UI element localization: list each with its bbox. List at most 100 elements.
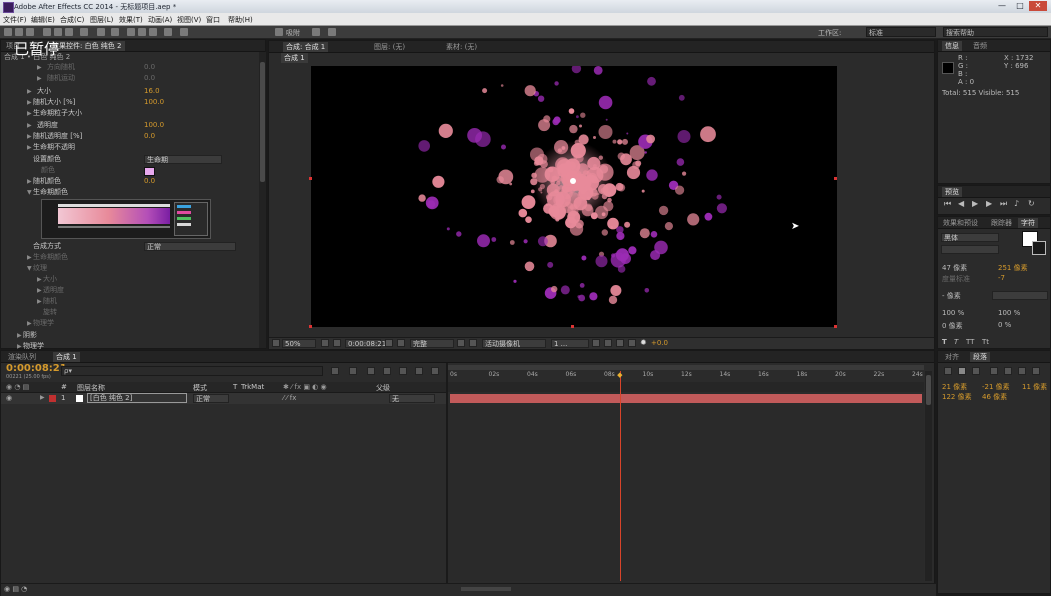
menu-help[interactable]: 帮助(H) xyxy=(228,15,253,25)
life-color-gradient-editor[interactable] xyxy=(41,199,211,239)
pen-tool-icon[interactable] xyxy=(97,28,105,36)
small-caps-icon[interactable]: Tt xyxy=(982,338,989,346)
property-row[interactable]: ▼ 纹理 xyxy=(1,263,251,274)
leading-field[interactable]: 251 像素 xyxy=(998,263,1028,273)
indent-right-field[interactable]: -21 像素 xyxy=(982,382,1010,392)
loop-icon[interactable]: ↻ xyxy=(1028,199,1035,208)
property-row[interactable]: ▶ 大小 16.0 xyxy=(1,86,251,97)
menu-window[interactable]: 窗口 xyxy=(206,15,220,25)
clone-tool-icon[interactable] xyxy=(138,28,146,36)
tab-character[interactable]: 字符 xyxy=(1018,218,1038,228)
space-before-field[interactable]: 122 像素 xyxy=(942,392,972,402)
property-row[interactable]: ▼ 生命期颜色 xyxy=(1,187,251,198)
layer-search-input[interactable]: ρ▾ xyxy=(61,366,323,376)
set-color-dropdown[interactable]: 生命期 xyxy=(144,155,222,164)
toggle-pixel-icon[interactable] xyxy=(592,339,600,347)
zoom-dropdown[interactable]: 50% xyxy=(282,339,316,348)
menu-edit[interactable]: 编辑(E) xyxy=(31,15,55,25)
puppet-tool-icon[interactable] xyxy=(180,28,188,36)
menu-effect[interactable]: 效果(T) xyxy=(119,15,143,25)
frame-blending-icon[interactable] xyxy=(383,367,391,375)
justify-left-icon[interactable] xyxy=(990,367,998,375)
timeline-timecode[interactable]: 0:00:08:21 xyxy=(6,363,67,374)
exposure-value[interactable]: +0.0 xyxy=(651,339,668,347)
property-row[interactable]: ▶ 生命期颜色 xyxy=(1,252,251,263)
draft-3d-icon[interactable] xyxy=(349,367,357,375)
flowchart-icon[interactable] xyxy=(628,339,636,347)
indent-first-field[interactable]: 11 像素 xyxy=(1022,382,1047,392)
tab-effect-controls[interactable]: 效果控件: 白色 纯色 2 xyxy=(49,41,125,51)
tab-composition[interactable]: 合成: 合成 1 xyxy=(283,42,329,52)
brainstorm-icon[interactable] xyxy=(431,367,439,375)
menu-animation[interactable]: 动画(A) xyxy=(148,15,172,25)
timeline-scrollbar[interactable] xyxy=(925,371,932,581)
align-center-icon[interactable] xyxy=(958,367,966,375)
faux-bold-icon[interactable]: T xyxy=(942,338,947,346)
justify-center-icon[interactable] xyxy=(1004,367,1012,375)
effects-scrollbar[interactable] xyxy=(259,52,266,348)
composition-canvas[interactable] xyxy=(311,66,837,327)
snap-checkbox-icon[interactable] xyxy=(275,28,283,36)
maximize-button[interactable]: □ xyxy=(1011,1,1029,11)
column-layer-name[interactable]: 图层名称 xyxy=(77,383,105,393)
last-frame-icon[interactable]: ⏭ xyxy=(1000,199,1007,209)
tab-paragraph[interactable]: 段落 xyxy=(970,352,990,362)
layer-mode-dropdown[interactable]: 正常 xyxy=(193,394,229,403)
transparency-grid-icon[interactable] xyxy=(469,339,477,347)
gradient-presets-icon[interactable] xyxy=(174,202,208,236)
tab-preview[interactable]: 预览 xyxy=(942,187,962,197)
stroke-color-swatch[interactable] xyxy=(1032,241,1046,255)
tsume-field[interactable]: 0 % xyxy=(998,321,1011,329)
minimize-button[interactable]: — xyxy=(993,1,1011,11)
comp-mini-flowchart-icon[interactable] xyxy=(331,367,339,375)
baseline-shift-field[interactable]: 0 像素 xyxy=(942,321,963,331)
property-row[interactable]: ▶ 大小 xyxy=(1,274,251,285)
tab-info[interactable]: 信息 xyxy=(942,41,962,51)
close-button[interactable]: ✕ xyxy=(1029,1,1047,11)
layer-row[interactable]: ◉ ▶ 1 [白色 纯色 2] 正常 ⁄ ⁄ fx 无 xyxy=(1,393,446,404)
property-row[interactable]: ▶ 透明度 100.0 xyxy=(1,120,251,131)
region-icon[interactable] xyxy=(457,339,465,347)
text-tool-icon[interactable] xyxy=(111,28,119,36)
font-size-field[interactable]: 47 像素 xyxy=(942,263,967,273)
timeline-icon[interactable] xyxy=(616,339,624,347)
tab-tracker[interactable]: 跟踪器 xyxy=(988,218,1015,228)
tab-align[interactable]: 对齐 xyxy=(942,352,962,362)
first-frame-icon[interactable]: ⏮ xyxy=(944,199,951,209)
prev-frame-icon[interactable]: ◀ xyxy=(958,199,964,208)
menu-composition[interactable]: 合成(C) xyxy=(60,15,84,25)
layer-label-color[interactable] xyxy=(49,395,56,402)
camera-tool-icon[interactable] xyxy=(54,28,62,36)
tab-audio[interactable]: 音频 xyxy=(970,41,990,51)
zoom-slider[interactable] xyxy=(461,587,511,591)
always-preview-icon[interactable] xyxy=(272,339,280,347)
roto-brush-tool-icon[interactable] xyxy=(164,28,172,36)
visibility-icon[interactable]: ◉ xyxy=(6,394,12,402)
current-time-field[interactable]: 0:00:08:21 xyxy=(345,339,386,348)
kerning-field[interactable]: 度量标准 xyxy=(942,274,970,284)
comp-subtab[interactable]: 合成 1 xyxy=(281,53,308,63)
view-layout-dropdown[interactable]: 1 ... xyxy=(551,339,589,348)
property-row[interactable]: ▶ 随机颜色 0.0 xyxy=(1,176,251,187)
indent-left-field[interactable]: 21 像素 xyxy=(942,382,967,392)
property-row[interactable]: 颜色 xyxy=(1,165,251,176)
horizontal-scale-field[interactable]: 100 % xyxy=(998,309,1020,317)
justify-right-icon[interactable] xyxy=(1018,367,1026,375)
next-frame-icon[interactable]: ▶ xyxy=(986,199,992,208)
bounding-handle[interactable] xyxy=(309,177,312,180)
hand-tool-icon[interactable] xyxy=(15,28,23,36)
exposure-icon[interactable]: ✹ xyxy=(640,338,647,347)
font-family-dropdown[interactable]: 黑体 xyxy=(941,233,999,242)
parent-dropdown[interactable]: 无 xyxy=(389,394,435,403)
property-row[interactable]: ▶ 透明度 xyxy=(1,285,251,296)
play-icon[interactable]: ▶ xyxy=(972,199,978,208)
space-after-field[interactable]: 46 像素 xyxy=(982,392,1007,402)
tab-layer[interactable]: 图层: (无) xyxy=(371,42,408,52)
blend-mode-dropdown[interactable]: 正常 xyxy=(144,242,236,251)
resolution-icon[interactable] xyxy=(321,339,329,347)
menu-view[interactable]: 视图(V) xyxy=(177,15,201,25)
rotate-tool-icon[interactable] xyxy=(43,28,51,36)
stroke-type-dropdown[interactable] xyxy=(992,291,1048,300)
playhead-handle-icon[interactable]: ◆ xyxy=(617,371,622,379)
layer-expand-icon[interactable]: ▶ xyxy=(40,394,45,401)
